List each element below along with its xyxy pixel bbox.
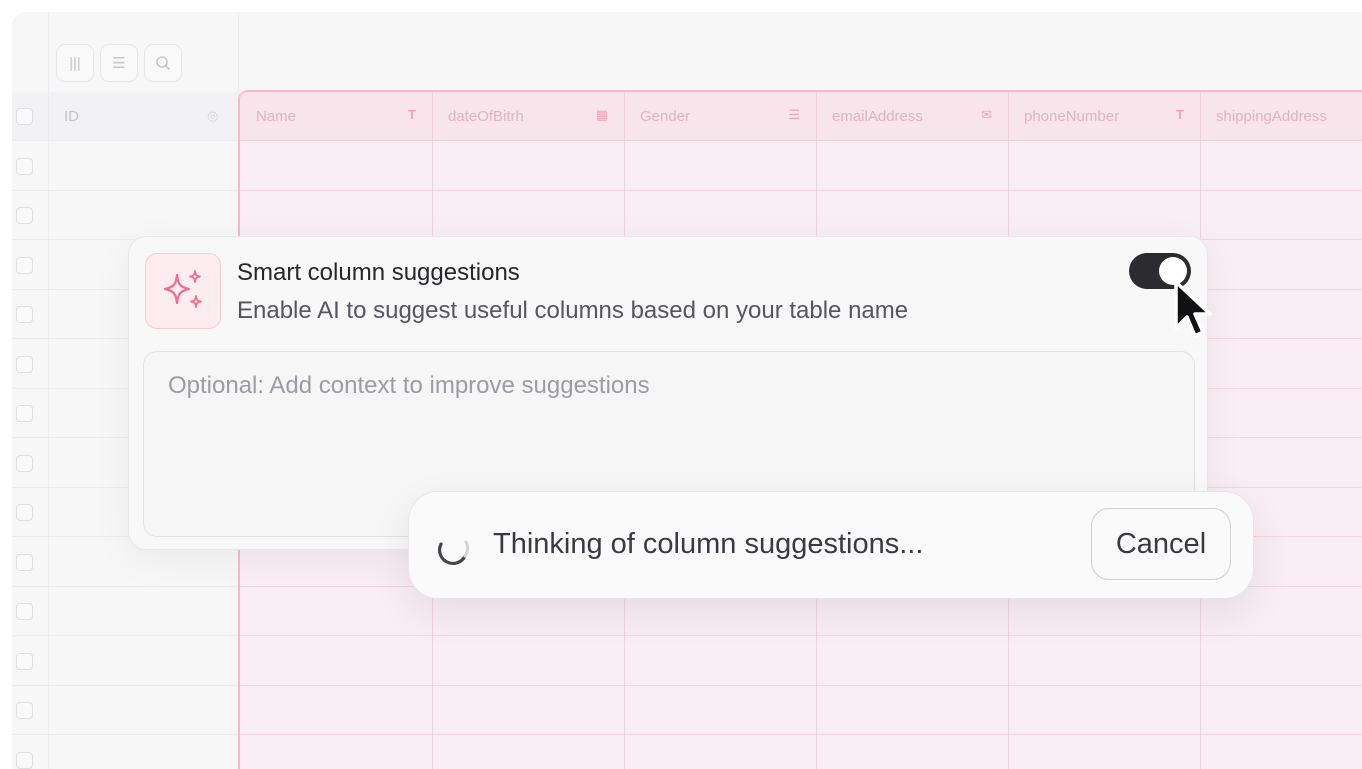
card-subtitle: Enable AI to suggest useful columns base… (237, 297, 909, 324)
text-type-icon: T (408, 107, 416, 122)
row-divider (240, 140, 1362, 141)
card-title: Smart column suggestions (237, 259, 520, 286)
loading-spinner-icon (437, 540, 470, 566)
context-placeholder: Optional: Add context to improve suggest… (168, 372, 650, 399)
table-column: shippingAddress (1200, 92, 1362, 769)
row-checkbox[interactable] (16, 207, 33, 224)
calendar-icon: ▦ (595, 107, 608, 122)
column-header-label[interactable]: dateOfBitrh (448, 108, 524, 125)
column-header-label[interactable]: emailAddress (832, 108, 923, 125)
row-divider (240, 684, 1362, 686)
row-checkbox[interactable] (16, 306, 33, 323)
column-header-label[interactable]: Gender (640, 108, 690, 125)
column-header-label[interactable]: phoneNumber (1024, 108, 1119, 125)
column-header-label[interactable]: Name (256, 108, 296, 125)
eye-icon: ◎ (207, 108, 219, 123)
row-divider (240, 734, 1362, 735)
text-type-icon: T (1176, 107, 1184, 122)
row-checkbox[interactable] (16, 355, 33, 373)
sparkle-icon (145, 253, 221, 329)
row-select-column (12, 12, 49, 769)
row-checkbox[interactable] (16, 108, 33, 125)
row-checkbox[interactable] (16, 553, 33, 571)
row-divider (240, 189, 1362, 191)
list-icon: ☰ (788, 107, 800, 122)
row-checkbox[interactable] (16, 603, 33, 620)
mouse-pointer-icon (1174, 280, 1212, 338)
id-column-header[interactable]: ID (64, 108, 79, 125)
row-checkbox[interactable] (16, 256, 33, 274)
email-icon: ✉ (981, 107, 992, 122)
row-checkbox[interactable] (16, 405, 33, 422)
thinking-message: Thinking of column suggestions... (493, 528, 924, 560)
row-checkbox[interactable] (16, 652, 33, 670)
cancel-button[interactable]: Cancel (1091, 508, 1231, 580)
row-checkbox[interactable] (16, 751, 33, 769)
row-divider (240, 635, 1362, 636)
row-checkbox[interactable] (16, 454, 33, 472)
row-checkbox[interactable] (16, 702, 33, 719)
row-checkbox[interactable] (16, 157, 33, 175)
thinking-status-bar: Thinking of column suggestions... Cancel (408, 491, 1254, 599)
column-header-label[interactable]: shippingAddress (1216, 108, 1327, 125)
row-checkbox[interactable] (16, 504, 33, 521)
